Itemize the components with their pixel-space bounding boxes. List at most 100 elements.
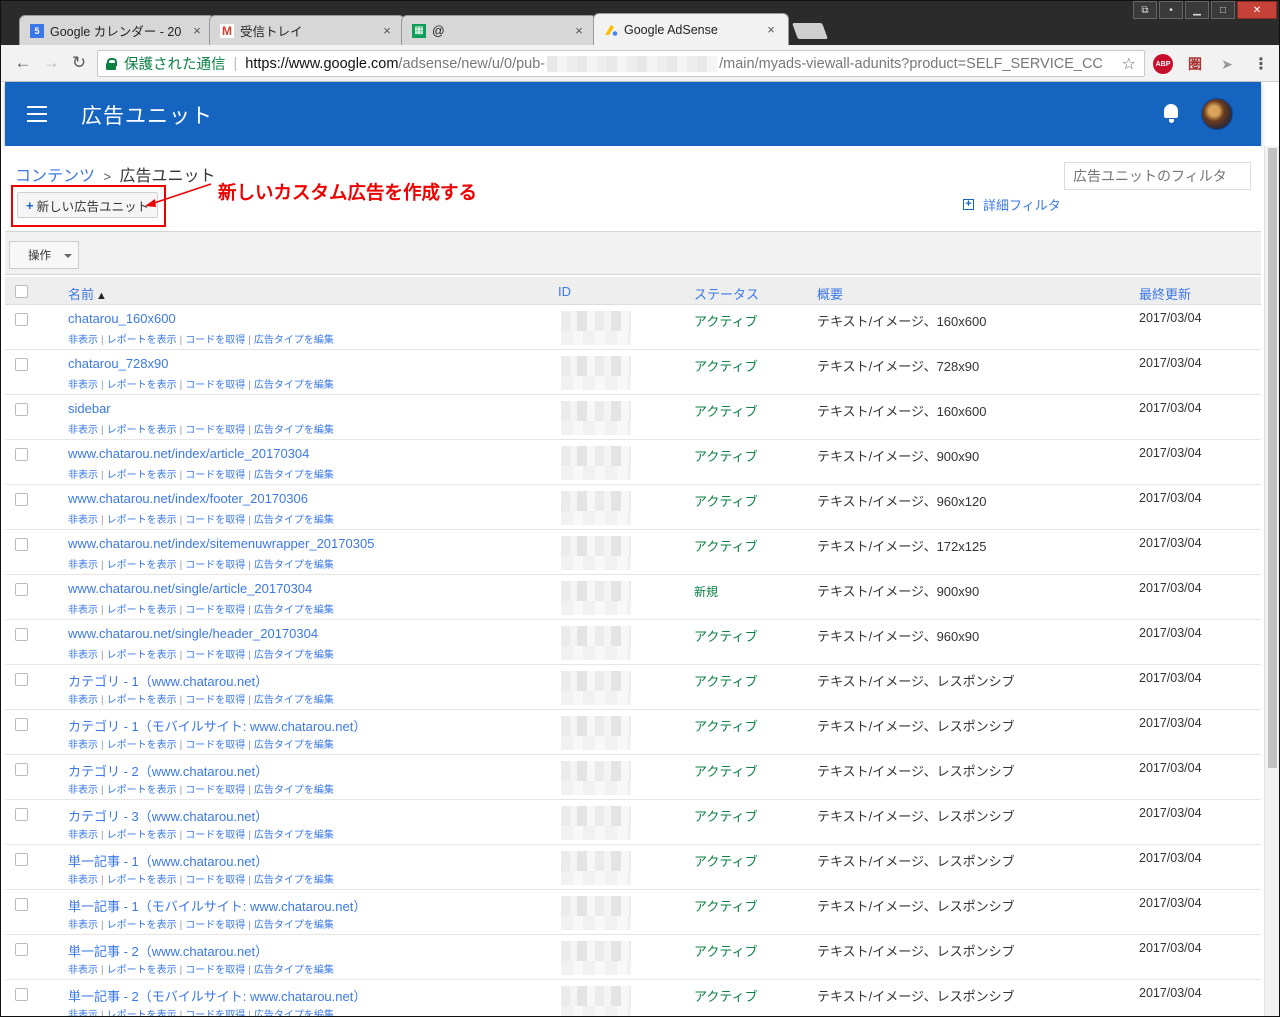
- row-checkbox[interactable]: [15, 853, 28, 866]
- ad-unit-name-link[interactable]: カテゴリ - 1（モバイルサイト: www.chatarou.net）: [68, 716, 366, 735]
- row-checkbox[interactable]: [15, 898, 28, 911]
- row-action-link[interactable]: レポートを表示: [107, 830, 177, 841]
- row-action-link[interactable]: 広告タイプを編集: [254, 650, 334, 661]
- row-action-link[interactable]: レポートを表示: [107, 740, 177, 751]
- row-action-link[interactable]: レポートを表示: [107, 470, 177, 481]
- row-action-link[interactable]: レポートを表示: [107, 875, 177, 886]
- row-action-link[interactable]: 非表示: [68, 785, 98, 796]
- forward-icon[interactable]: →: [41, 53, 61, 73]
- ad-unit-name-link[interactable]: chatarou_728x90: [68, 356, 168, 371]
- column-header-updated[interactable]: 最終更新: [1139, 284, 1191, 303]
- row-checkbox[interactable]: [15, 493, 28, 506]
- column-header-status[interactable]: ステータス: [694, 284, 759, 303]
- minimize-icon[interactable]: ▁: [1185, 1, 1209, 19]
- row-action-link[interactable]: レポートを表示: [107, 650, 177, 661]
- row-action-link[interactable]: 非表示: [68, 1010, 98, 1016]
- scrollbar-thumb[interactable]: [1268, 148, 1277, 768]
- row-action-link[interactable]: 非表示: [68, 965, 98, 976]
- row-checkbox[interactable]: [15, 988, 28, 1001]
- row-action-link[interactable]: 非表示: [68, 920, 98, 931]
- row-action-link[interactable]: レポートを表示: [107, 695, 177, 706]
- row-action-link[interactable]: コードを取得: [185, 1010, 245, 1016]
- ad-unit-name-link[interactable]: カテゴリ - 1（www.chatarou.net）: [68, 671, 268, 690]
- close-icon[interactable]: ×: [572, 23, 586, 38]
- row-checkbox[interactable]: [15, 718, 28, 731]
- row-action-link[interactable]: 広告タイプを編集: [254, 515, 334, 526]
- row-action-link[interactable]: 広告タイプを編集: [254, 560, 334, 571]
- ad-unit-name-link[interactable]: 単一記事 - 1（モバイルサイト: www.chatarou.net）: [68, 896, 366, 915]
- hamburger-menu-icon[interactable]: [27, 106, 47, 122]
- row-checkbox[interactable]: [15, 943, 28, 956]
- tab-adsense[interactable]: Google AdSense ×: [593, 13, 789, 45]
- row-action-link[interactable]: 広告タイプを編集: [254, 695, 334, 706]
- row-action-link[interactable]: コードを取得: [185, 740, 245, 751]
- row-action-link[interactable]: コードを取得: [185, 650, 245, 661]
- row-checkbox[interactable]: [15, 448, 28, 461]
- ad-unit-name-link[interactable]: www.chatarou.net/index/sitemenuwrapper_2…: [68, 536, 374, 551]
- reload-icon[interactable]: ↻: [69, 53, 89, 73]
- row-action-link[interactable]: 広告タイプを編集: [254, 470, 334, 481]
- row-action-link[interactable]: コードを取得: [185, 830, 245, 841]
- row-action-link[interactable]: 非表示: [68, 515, 98, 526]
- row-action-link[interactable]: レポートを表示: [107, 425, 177, 436]
- row-action-link[interactable]: 非表示: [68, 695, 98, 706]
- restore-icon[interactable]: ⧉: [1133, 1, 1157, 19]
- ad-unit-name-link[interactable]: カテゴリ - 2（www.chatarou.net）: [68, 761, 268, 780]
- row-action-link[interactable]: コードを取得: [185, 515, 245, 526]
- row-checkbox[interactable]: [15, 628, 28, 641]
- row-checkbox[interactable]: [15, 313, 28, 326]
- advanced-filter-link[interactable]: + 詳細フィルタ: [963, 195, 1061, 214]
- ad-unit-name-link[interactable]: 単一記事 - 1（www.chatarou.net）: [68, 851, 268, 870]
- column-header-summary[interactable]: 概要: [817, 284, 843, 303]
- row-action-link[interactable]: コードを取得: [185, 335, 245, 346]
- extension-icon[interactable]: 圏: [1185, 54, 1205, 74]
- ad-unit-name-link[interactable]: sidebar: [68, 401, 111, 416]
- select-all-checkbox[interactable]: [15, 285, 28, 298]
- row-action-link[interactable]: 広告タイプを編集: [254, 965, 334, 976]
- column-header-name[interactable]: 名前 ▲: [68, 284, 107, 303]
- actions-dropdown[interactable]: 操作: [9, 241, 79, 269]
- ad-unit-name-link[interactable]: chatarou_160x600: [68, 311, 176, 326]
- row-action-link[interactable]: コードを取得: [185, 785, 245, 796]
- tab-calendar[interactable]: 5 Google カレンダー - 20 ×: [19, 15, 215, 45]
- row-checkbox[interactable]: [15, 403, 28, 416]
- row-action-link[interactable]: 非表示: [68, 650, 98, 661]
- row-action-link[interactable]: 非表示: [68, 335, 98, 346]
- row-action-link[interactable]: 非表示: [68, 470, 98, 481]
- row-action-link[interactable]: 広告タイプを編集: [254, 740, 334, 751]
- ad-unit-name-link[interactable]: www.chatarou.net/single/header_20170304: [68, 626, 318, 641]
- row-action-link[interactable]: 広告タイプを編集: [254, 830, 334, 841]
- pin-icon[interactable]: •: [1159, 1, 1183, 19]
- row-action-link[interactable]: 非表示: [68, 740, 98, 751]
- row-action-link[interactable]: レポートを表示: [107, 605, 177, 616]
- close-window-icon[interactable]: ✕: [1237, 1, 1277, 19]
- row-action-link[interactable]: コードを取得: [185, 965, 245, 976]
- ad-unit-name-link[interactable]: 単一記事 - 2（モバイルサイト: www.chatarou.net）: [68, 986, 366, 1005]
- row-checkbox[interactable]: [15, 538, 28, 551]
- row-checkbox[interactable]: [15, 358, 28, 371]
- ad-unit-name-link[interactable]: カテゴリ - 3（www.chatarou.net）: [68, 806, 268, 825]
- row-action-link[interactable]: 非表示: [68, 380, 98, 391]
- row-checkbox[interactable]: [15, 808, 28, 821]
- row-action-link[interactable]: レポートを表示: [107, 335, 177, 346]
- maximize-icon[interactable]: □: [1211, 1, 1235, 19]
- row-action-link[interactable]: レポートを表示: [107, 1010, 177, 1016]
- close-icon[interactable]: ×: [380, 23, 394, 38]
- row-action-link[interactable]: レポートを表示: [107, 380, 177, 391]
- row-action-link[interactable]: コードを取得: [185, 425, 245, 436]
- adblock-icon[interactable]: ABP: [1153, 54, 1173, 74]
- ad-unit-name-link[interactable]: www.chatarou.net/index/footer_20170306: [68, 491, 308, 506]
- row-action-link[interactable]: 非表示: [68, 875, 98, 886]
- tab-sheets[interactable]: ▦ @ ×: [401, 15, 597, 45]
- row-action-link[interactable]: コードを取得: [185, 695, 245, 706]
- row-action-link[interactable]: レポートを表示: [107, 965, 177, 976]
- back-icon[interactable]: ←: [13, 53, 33, 73]
- row-action-link[interactable]: レポートを表示: [107, 785, 177, 796]
- row-checkbox[interactable]: [15, 763, 28, 776]
- row-action-link[interactable]: レポートを表示: [107, 560, 177, 571]
- row-action-link[interactable]: 非表示: [68, 830, 98, 841]
- row-action-link[interactable]: コードを取得: [185, 380, 245, 391]
- row-action-link[interactable]: コードを取得: [185, 470, 245, 481]
- extension-icon[interactable]: ➤: [1217, 54, 1237, 74]
- row-action-link[interactable]: レポートを表示: [107, 515, 177, 526]
